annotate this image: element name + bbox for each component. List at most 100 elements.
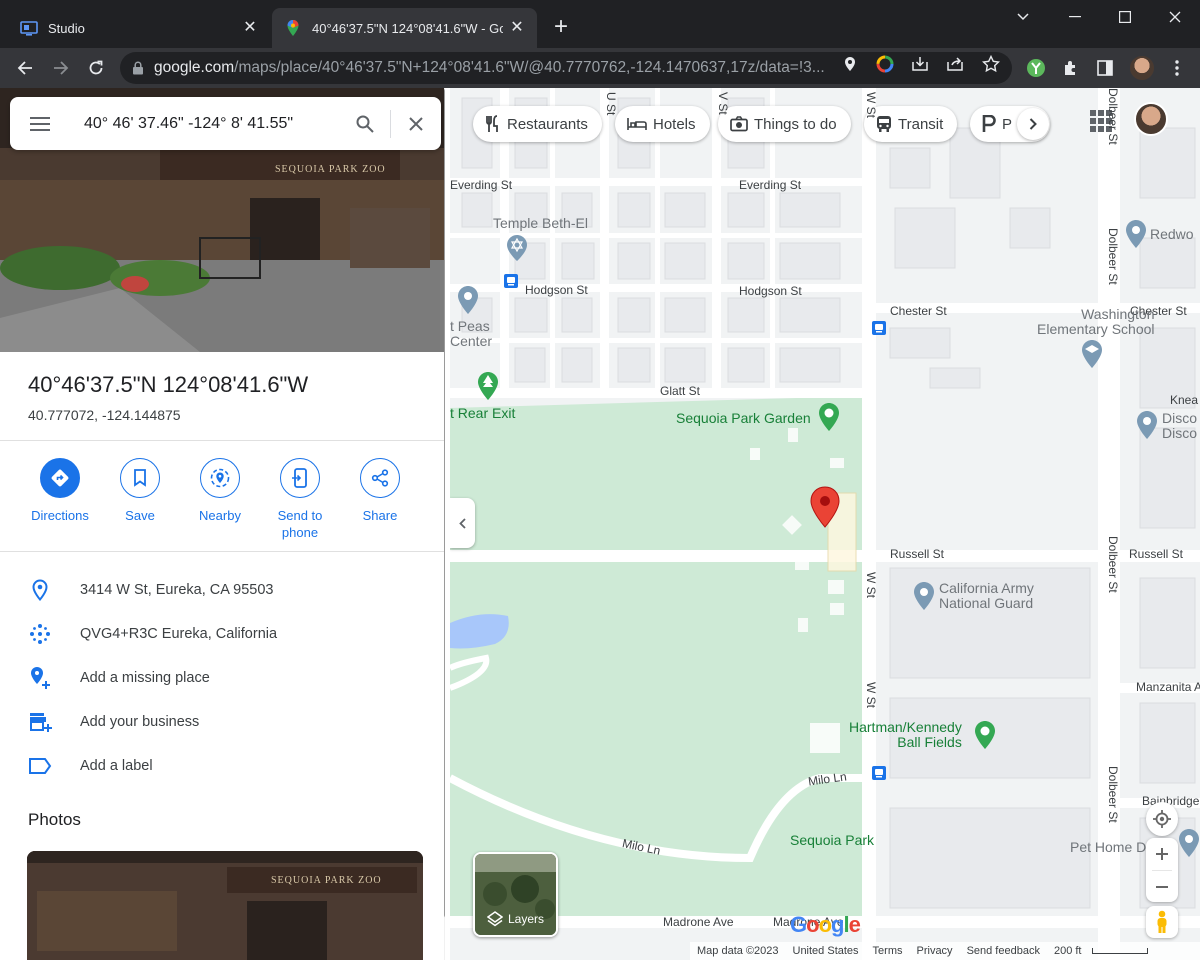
minimize-icon[interactable] bbox=[1050, 0, 1100, 34]
forward-icon[interactable] bbox=[47, 54, 75, 82]
place-pin-icon[interactable] bbox=[1178, 828, 1200, 858]
lock-icon bbox=[133, 61, 143, 75]
photo-thumbnail[interactable]: SEQUOIA PARK ZOO bbox=[27, 851, 423, 960]
search-box: 40° 46' 37.46" -124° 8' 41.55" bbox=[10, 97, 441, 150]
zoom-controls bbox=[1146, 838, 1178, 902]
chips-next-icon[interactable] bbox=[1017, 108, 1049, 140]
search-icon[interactable] bbox=[340, 97, 390, 150]
photo-sign-text: SEQUOIA PARK ZOO bbox=[271, 875, 382, 886]
privacy-link[interactable]: Privacy bbox=[917, 945, 953, 957]
street-label: Dolbeer St bbox=[1106, 536, 1120, 593]
profile-avatar-icon[interactable] bbox=[1128, 54, 1156, 82]
url-text: google.com/maps/place/40°46'37.5"N+124°0… bbox=[154, 59, 825, 76]
place-info-list: 3414 W St, Eureka, CA 95503 QVG4+R3C Eur… bbox=[0, 568, 445, 788]
layers-button[interactable]: Layers bbox=[473, 852, 558, 937]
street-view-pegman[interactable] bbox=[1146, 906, 1178, 938]
back-icon[interactable] bbox=[11, 54, 39, 82]
extension-y-icon[interactable] bbox=[1022, 54, 1050, 82]
google-lens-icon[interactable] bbox=[875, 54, 895, 74]
address-row[interactable]: 3414 W St, Eureka, CA 95503 bbox=[0, 568, 445, 612]
poi-label: t Rear Exit bbox=[450, 405, 516, 421]
zoom-in-icon[interactable] bbox=[1156, 838, 1168, 870]
parking-icon bbox=[982, 115, 996, 132]
place-pin-icon[interactable] bbox=[1136, 410, 1158, 440]
install-app-icon[interactable] bbox=[910, 54, 930, 74]
add-business-row[interactable]: Add your business bbox=[0, 700, 445, 744]
layers-icon bbox=[486, 911, 503, 927]
collapse-panel-button[interactable] bbox=[450, 498, 475, 548]
tab-search-chevron-icon[interactable] bbox=[998, 0, 1048, 34]
tab-title: Studio bbox=[48, 20, 85, 36]
street-label: Hodgson St bbox=[525, 283, 588, 297]
scrollbar-thumb[interactable] bbox=[444, 88, 445, 918]
poi-label: Sequoia Park bbox=[790, 832, 875, 848]
chip-restaurants[interactable]: Restaurants bbox=[473, 106, 602, 142]
my-location-button[interactable] bbox=[1146, 802, 1178, 836]
new-tab-icon[interactable]: + bbox=[548, 15, 574, 41]
location-icon[interactable] bbox=[840, 54, 860, 74]
chip-label: Hotels bbox=[653, 115, 696, 133]
chip-label: P bbox=[1002, 115, 1013, 133]
maximize-icon[interactable] bbox=[1100, 0, 1150, 34]
panel-scrollbar[interactable] bbox=[444, 88, 445, 960]
street-label: U St bbox=[604, 92, 618, 116]
add-missing-place-row[interactable]: Add a missing place bbox=[0, 656, 445, 700]
selected-location-pin-icon[interactable] bbox=[809, 486, 841, 528]
send-to-phone-button[interactable]: Send to phone bbox=[260, 458, 340, 541]
bookmark-star-icon[interactable] bbox=[981, 54, 1001, 74]
bus-stop-icon[interactable] bbox=[504, 274, 518, 288]
garden-pin-icon[interactable] bbox=[818, 402, 840, 432]
window-close-icon[interactable] bbox=[1150, 0, 1200, 34]
hamburger-menu-icon[interactable] bbox=[10, 97, 70, 150]
bed-icon bbox=[627, 118, 647, 130]
school-pin-icon[interactable] bbox=[1081, 339, 1103, 369]
map-canvas[interactable]: Restaurants Hotels Things to do Transit … bbox=[450, 88, 1200, 960]
send-to-phone-icon bbox=[292, 468, 307, 488]
plus-code-row[interactable]: QVG4+R3C Eureka, California bbox=[0, 612, 445, 656]
nearby-icon bbox=[210, 468, 230, 488]
place-pin-icon[interactable] bbox=[457, 285, 479, 315]
street-label: Glatt St bbox=[660, 384, 701, 398]
account-avatar[interactable] bbox=[1134, 102, 1168, 136]
street-label: W St bbox=[864, 572, 878, 598]
bus-stop-icon[interactable] bbox=[872, 766, 886, 780]
browser-tab-bar: Studio ✕ 40°46'37.5"N 124°08'41.6"W - Go… bbox=[0, 0, 1200, 48]
plus-code-text: QVG4+R3C Eureka, California bbox=[80, 626, 278, 642]
chip-things-to-do[interactable]: Things to do bbox=[718, 106, 851, 142]
temple-pin-icon[interactable] bbox=[506, 234, 528, 262]
park-pin-icon[interactable] bbox=[477, 371, 499, 401]
place-pin-icon[interactable] bbox=[1125, 219, 1147, 249]
terms-link[interactable]: Terms bbox=[873, 945, 903, 957]
extensions-puzzle-icon[interactable] bbox=[1057, 54, 1085, 82]
close-tab-icon[interactable]: ✕ bbox=[509, 20, 525, 36]
share-page-icon[interactable] bbox=[945, 54, 965, 74]
kebab-menu-icon[interactable] bbox=[1163, 54, 1191, 82]
layers-label: Layers bbox=[507, 912, 545, 926]
directions-icon bbox=[51, 469, 69, 487]
chip-hotels[interactable]: Hotels bbox=[615, 106, 710, 142]
add-label-row[interactable]: Add a label bbox=[0, 744, 445, 788]
tab-maps[interactable]: 40°46'37.5"N 124°08'41.6"W - Goog ✕ bbox=[272, 8, 537, 48]
close-tab-icon[interactable]: ✕ bbox=[242, 20, 258, 36]
zoom-out-icon[interactable] bbox=[1156, 871, 1168, 902]
tab-studio[interactable]: Studio ✕ bbox=[8, 8, 270, 48]
ball-fields-pin-icon[interactable] bbox=[974, 720, 996, 750]
reload-icon[interactable] bbox=[82, 54, 110, 82]
share-button[interactable]: Share bbox=[340, 458, 420, 541]
poi-label: Disco Disco bbox=[1162, 410, 1198, 441]
send-feedback-link[interactable]: Send feedback bbox=[967, 945, 1040, 957]
directions-button[interactable]: Directions bbox=[20, 458, 100, 541]
place-pin-icon[interactable] bbox=[913, 581, 935, 611]
search-input[interactable]: 40° 46' 37.46" -124° 8' 41.55" bbox=[70, 115, 340, 133]
nearby-button[interactable]: Nearby bbox=[180, 458, 260, 541]
studio-icon bbox=[20, 21, 38, 36]
tab-title: 40°46'37.5"N 124°08'41.6"W - Goog bbox=[312, 20, 503, 36]
country-link[interactable]: United States bbox=[793, 945, 859, 957]
bus-stop-icon[interactable] bbox=[872, 321, 886, 335]
street-label: Hodgson St bbox=[739, 284, 802, 298]
scale-bar[interactable]: 200 ft bbox=[1054, 945, 1156, 957]
close-search-icon[interactable] bbox=[391, 97, 441, 150]
share-icon bbox=[371, 469, 389, 487]
side-panel-icon[interactable] bbox=[1091, 54, 1119, 82]
save-button[interactable]: Save bbox=[100, 458, 180, 541]
